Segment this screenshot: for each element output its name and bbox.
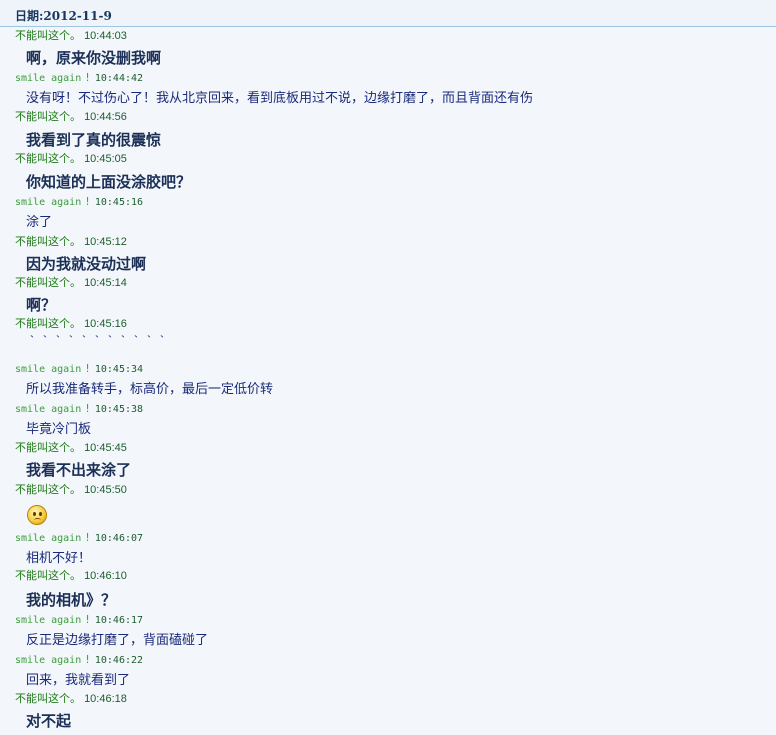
message-header: smile again! 10:45:16 (15, 195, 143, 209)
message-header: smile again! 10:46:07 (15, 531, 143, 545)
sender-name[interactable]: smile again (15, 364, 81, 375)
status-icon: ! (84, 71, 91, 84)
message-text: 我的相机》？ (26, 591, 117, 609)
message-time: 10:45:45 (84, 442, 127, 454)
message-text: 啊，原来你没删我啊 (26, 49, 162, 67)
status-icon: ! (84, 402, 91, 415)
message-header: smile again! 10:44:42 (15, 71, 143, 85)
message-text: 你知道的上面没涂胶吧？ (26, 173, 192, 191)
message-header: 不能叫这个。 10:44:03 (15, 30, 127, 43)
sender-name[interactable]: 不能叫这个。 (15, 693, 81, 705)
message-header: 不能叫这个。 10:45:50 (15, 484, 127, 497)
chat-date: 日期:2012-11-9 (15, 9, 112, 23)
message-time: 10:46:07 (94, 533, 144, 544)
sender-name[interactable]: smile again (15, 404, 81, 415)
message-time: 10:45:16 (84, 318, 127, 330)
message-time: 10:44:56 (84, 111, 127, 123)
sender-name[interactable]: 不能叫这个。 (15, 318, 81, 330)
message-header: 不能叫这个。 10:45:45 (15, 442, 127, 455)
message-text: 反正是边缘打磨了，背面磕碰了 (26, 633, 209, 648)
date-header: 日期:2012-11-9 (0, 0, 776, 27)
sender-name[interactable]: 不能叫这个。 (15, 111, 81, 123)
message-time: 10:44:03 (84, 30, 127, 42)
message-header: 不能叫这个。 10:45:16 (15, 318, 127, 331)
sender-name[interactable]: smile again (15, 73, 81, 84)
status-icon: ! (84, 653, 91, 666)
sender-name[interactable]: 不能叫这个。 (15, 277, 81, 289)
message-text: 回来，我就看到了 (26, 673, 131, 688)
message-text: 我看到了真的很震惊 (26, 131, 162, 149)
sender-name[interactable]: 不能叫这个。 (15, 30, 81, 42)
message-text: 啊？ (26, 296, 57, 314)
message-header: smile again! 10:45:38 (15, 402, 143, 416)
message-header: smile again! 10:45:34 (15, 362, 143, 376)
status-icon: ! (84, 531, 91, 544)
message-time: 10:46:17 (94, 615, 144, 626)
message-time: 10:46:10 (84, 570, 127, 582)
sender-name[interactable]: 不能叫这个。 (15, 236, 81, 248)
message-time: 10:45:05 (84, 153, 127, 165)
sender-name[interactable]: 不能叫这个。 (15, 442, 81, 454)
sender-name[interactable]: smile again (15, 197, 81, 208)
message-header: 不能叫这个。 10:45:05 (15, 153, 127, 166)
message-text: 所以我准备转手，标高价，最后一定低价转 (26, 382, 274, 397)
message-text: 因为我就没动过啊 (26, 255, 147, 273)
sender-name[interactable]: smile again (15, 615, 81, 626)
sender-name[interactable]: 不能叫这个。 (15, 484, 81, 496)
message-time: 10:44:42 (94, 73, 144, 84)
message-header: smile again! 10:46:17 (15, 613, 143, 627)
message-text: ｀｀｀｀｀｀｀｀｀｀｀ (26, 337, 170, 352)
message-header: 不能叫这个。 10:46:18 (15, 693, 127, 706)
message-text: 相机不好！ (26, 551, 92, 566)
sender-name[interactable]: smile again (15, 533, 81, 544)
message-time: 10:46:18 (84, 693, 127, 705)
sender-name[interactable]: smile again (15, 655, 81, 666)
status-icon: ! (84, 195, 91, 208)
message-time: 10:45:16 (94, 197, 144, 208)
message-header: 不能叫这个。 10:44:56 (15, 111, 127, 124)
message-time: 10:46:22 (94, 655, 144, 666)
message-time: 10:45:12 (84, 236, 127, 248)
message-text: 毕竟冷门板 (26, 422, 92, 437)
status-icon: ! (84, 362, 91, 375)
confused-face-emoji (27, 505, 47, 525)
message-header: 不能叫这个。 10:45:12 (15, 236, 127, 249)
message-time: 10:45:50 (84, 484, 127, 496)
message-time: 10:45:38 (94, 404, 144, 415)
message-text: 没有呀！不过伤心了！我从北京回来，看到底板用过不说，边缘打磨了，而且背面还有伤 (26, 91, 534, 106)
sender-name[interactable]: 不能叫这个。 (15, 570, 81, 582)
message-header: 不能叫这个。 10:46:10 (15, 570, 127, 583)
sender-name[interactable]: 不能叫这个。 (15, 153, 81, 165)
message-time: 10:45:14 (84, 277, 127, 289)
message-text: 对不起 (26, 712, 72, 730)
message-header: 不能叫这个。 10:45:14 (15, 277, 127, 290)
message-header: smile again! 10:46:22 (15, 653, 143, 667)
message-text: 涂了 (26, 215, 53, 230)
message-text: 我看不出来涂了 (26, 461, 132, 479)
message-time: 10:45:34 (94, 364, 144, 375)
status-icon: ! (84, 613, 91, 626)
